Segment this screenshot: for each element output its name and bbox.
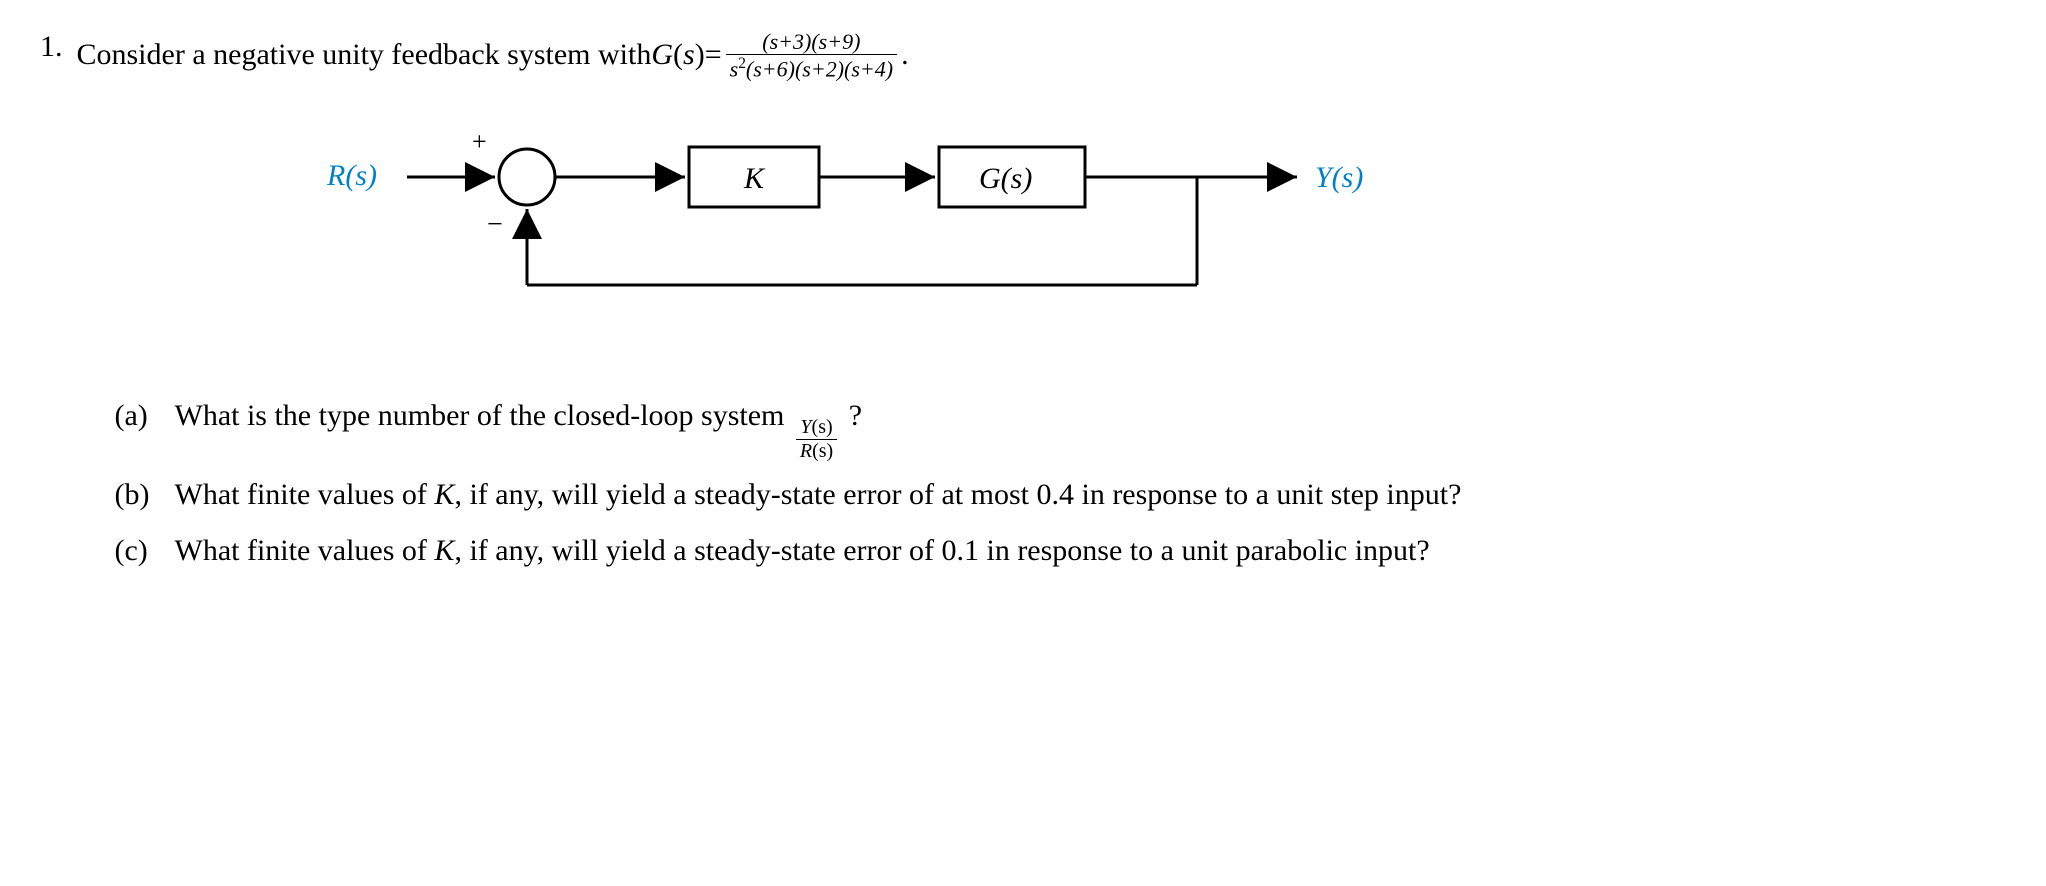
tf-denom-s: s [730,56,739,81]
g-label: G(s) [979,162,1032,195]
part-c-content: What finite values of K, if any, will yi… [175,534,1430,567]
r-of-s-r: R [800,440,812,462]
part-a-before: What is the type number of the closed-lo… [175,399,792,432]
tf-denom-rest: (s+6)(s+2)(s+4) [746,56,893,81]
open-paren: ( [673,34,683,76]
y-of-s-rest: (s) [812,416,833,438]
part-c-text: What finite values of K, if any, will yi… [175,528,1987,575]
tf-numerator: (s+3)(s+9) [762,29,860,54]
equals: = [705,34,722,76]
intro-line: Consider a negative unity feedback syste… [77,30,2007,81]
problem-1: 1. Consider a negative unity feedback sy… [40,30,2006,585]
g-symbol: G [651,34,673,76]
intro-prefix: Consider a negative unity feedback syste… [77,34,652,76]
r-of-s-rest: (s) [812,440,833,462]
k-label: K [743,162,766,195]
minus-sign: − [487,209,503,240]
part-a-text: What is the type number of the closed-lo… [175,393,1987,462]
intro-period: . [901,34,909,76]
sub-parts: (a) What is the type number of the close… [115,393,1987,575]
y-label: Y(s) [1315,161,1363,194]
part-a: (a) What is the type number of the close… [115,393,1987,462]
part-c-label: (c) [115,528,161,575]
r-label: R(s) [326,159,377,192]
part-a-label: (a) [115,393,161,462]
part-c: (c) What finite values of K, if any, wil… [115,528,1987,575]
part-a-after: ? [849,399,862,432]
tf-denom-exp: 2 [738,55,746,72]
y-of-s-y: Y [800,416,811,438]
s-symbol: s [683,34,695,76]
part-b-label: (b) [115,472,161,519]
part-b: (b) What finite values of K, if any, wil… [115,472,1987,519]
close-paren: ) [695,34,705,76]
block-diagram: R(s) + − K G(s) [317,115,2007,323]
part-b-content: What finite values of K, if any, will yi… [175,478,1462,511]
problem-number: 1. [40,30,63,64]
block-diagram-svg: R(s) + − K G(s) [317,115,1437,315]
plus-sign: + [472,127,487,156]
summing-junction [499,149,555,205]
problem-body: Consider a negative unity feedback syste… [77,30,2007,585]
transfer-function-fraction: (s+3)(s+9) s2(s+6)(s+2)(s+4) [726,30,897,81]
part-b-text: What finite values of K, if any, will yi… [175,472,1987,519]
closed-loop-fraction: Y(s) R(s) [796,417,837,462]
